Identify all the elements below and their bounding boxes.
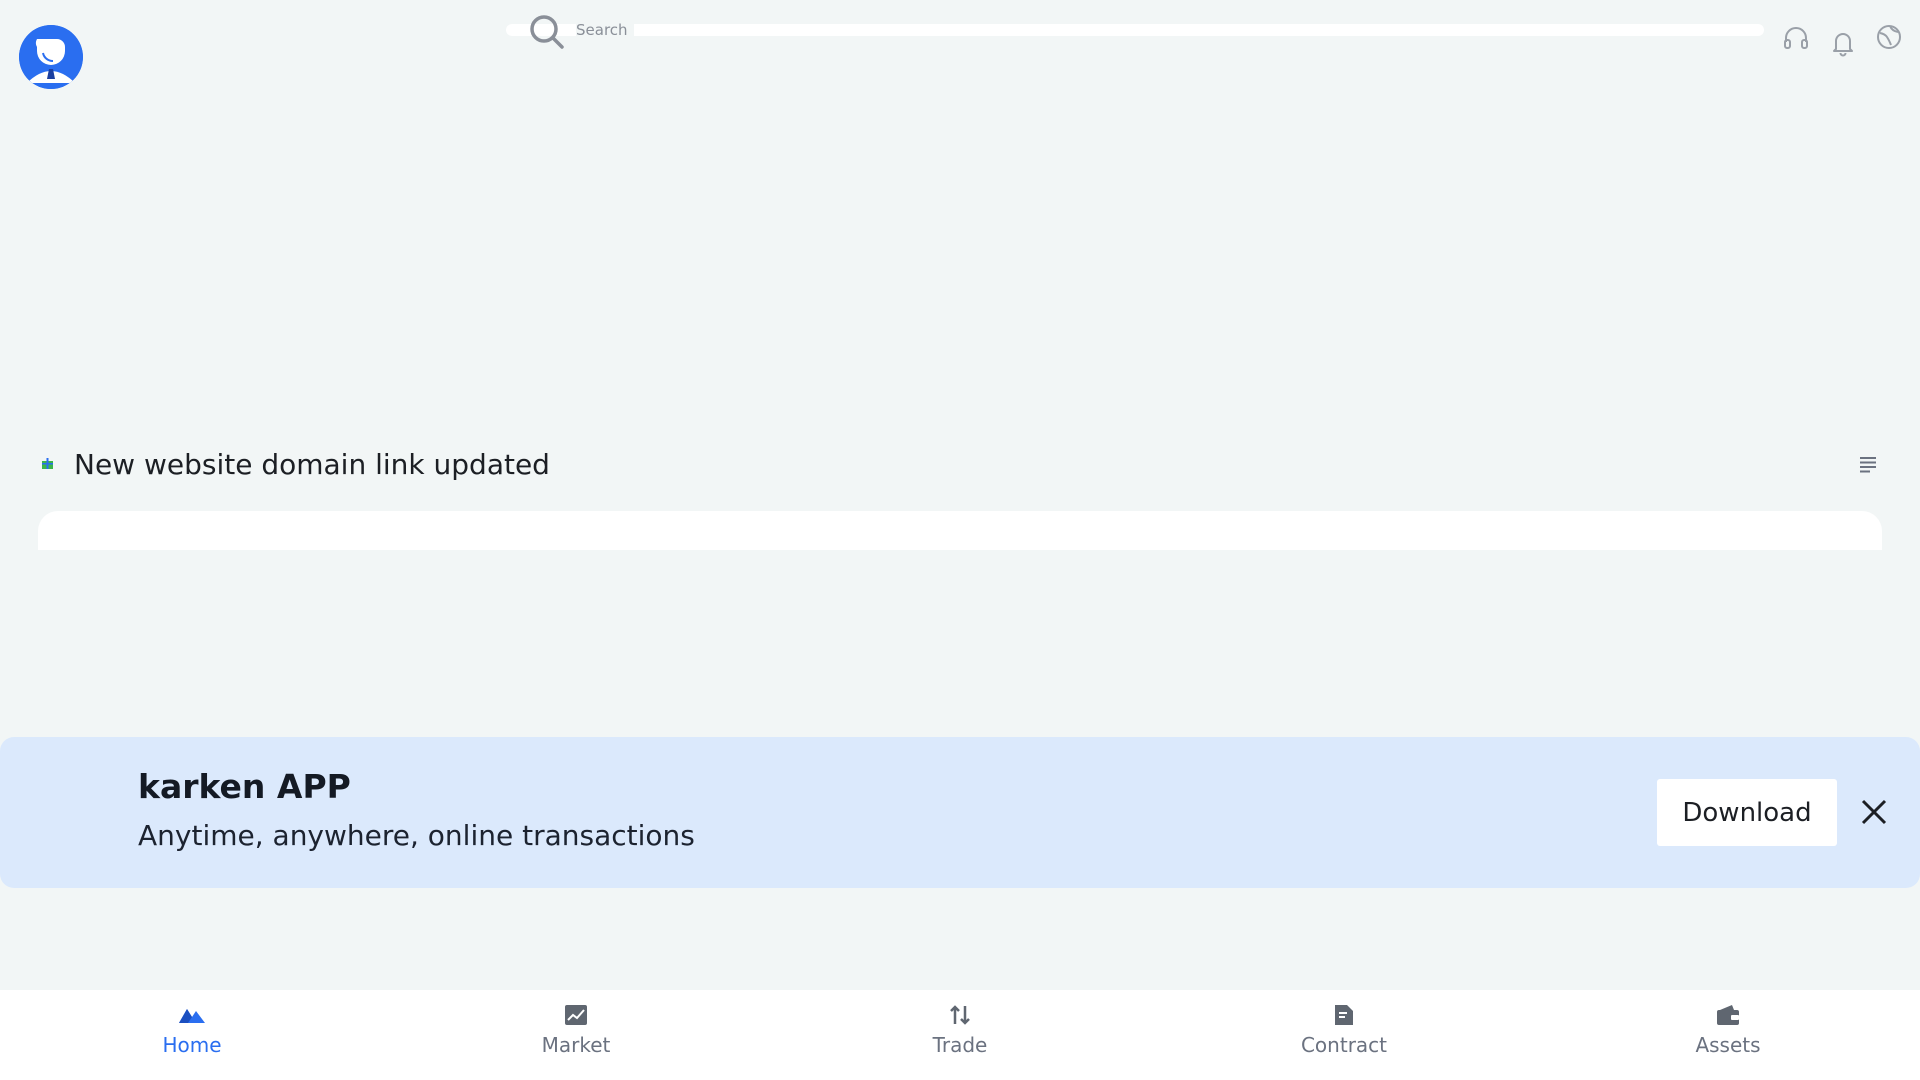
nav-item-contract[interactable]: Contract xyxy=(1152,990,1536,1080)
nav-item-trade[interactable]: Trade xyxy=(768,990,1152,1080)
notice-gift-icon xyxy=(42,458,53,469)
bottom-nav: Home Market Trade Contract Assets xyxy=(0,990,1920,1080)
search-bar[interactable] xyxy=(506,24,1764,36)
download-button[interactable]: Download xyxy=(1657,779,1837,846)
bell-icon[interactable] xyxy=(1828,28,1858,58)
app-download-banner: karken APP Anytime, anywhere, online tra… xyxy=(0,737,1920,888)
search-input[interactable]: Search xyxy=(576,20,634,40)
trade-icon xyxy=(945,1000,975,1030)
search-icon[interactable] xyxy=(527,12,567,52)
notice-list-icon[interactable] xyxy=(1859,455,1877,473)
user-avatar[interactable] xyxy=(19,25,83,89)
nav-label: Home xyxy=(162,1033,222,1057)
page: Search New website domain link updated k… xyxy=(0,0,1920,1080)
market-icon xyxy=(561,1000,591,1030)
user-avatar-icon xyxy=(19,25,83,89)
globe-icon[interactable] xyxy=(1874,22,1904,52)
app-banner-subtitle: Anytime, anywhere, online transactions xyxy=(138,819,695,852)
nav-item-assets[interactable]: Assets xyxy=(1536,990,1920,1080)
contract-icon xyxy=(1329,1000,1359,1030)
app-banner-title: karken APP xyxy=(138,767,351,806)
nav-label: Trade xyxy=(932,1033,988,1057)
nav-label: Contract xyxy=(1300,1033,1388,1057)
wallet-icon xyxy=(1713,1000,1743,1030)
nav-label: Market xyxy=(541,1033,611,1057)
content-card xyxy=(38,511,1882,550)
headset-icon[interactable] xyxy=(1781,24,1811,54)
nav-label: Assets xyxy=(1695,1033,1761,1057)
close-icon[interactable] xyxy=(1858,796,1890,828)
home-icon xyxy=(177,1000,207,1030)
nav-item-market[interactable]: Market xyxy=(384,990,768,1080)
nav-item-home[interactable]: Home xyxy=(0,990,384,1080)
notice-text[interactable]: New website domain link updated xyxy=(74,448,550,482)
